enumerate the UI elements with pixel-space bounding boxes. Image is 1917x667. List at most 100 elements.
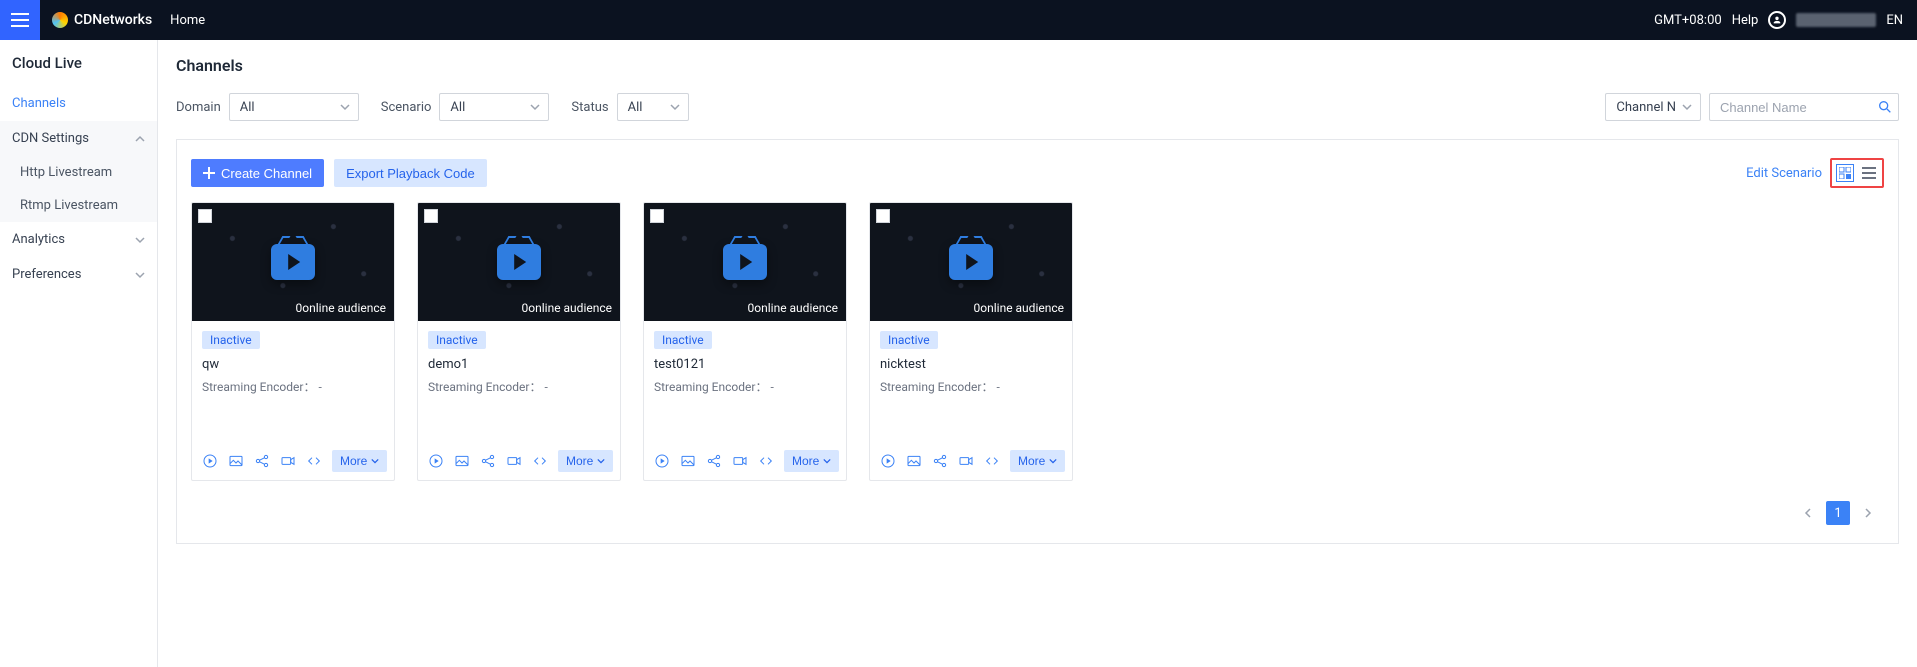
language-label[interactable]: EN xyxy=(1886,13,1903,28)
pager-prev-button[interactable] xyxy=(1796,501,1820,525)
play-action-icon[interactable] xyxy=(654,452,670,470)
sidebar-title: Cloud Live xyxy=(0,40,157,86)
play-action-icon[interactable] xyxy=(880,452,896,470)
cards-grid: 0online audience Inactive qw Streaming E… xyxy=(191,202,1884,481)
search-box xyxy=(1709,93,1899,121)
image-action-icon[interactable] xyxy=(454,452,470,470)
card-checkbox[interactable] xyxy=(876,209,890,223)
filter-row: Domain All Scenario All Status xyxy=(176,93,1899,121)
share-action-icon[interactable] xyxy=(706,452,722,470)
select-value: All xyxy=(450,100,465,115)
filter-scenario: Scenario All xyxy=(381,93,550,121)
grid-icon xyxy=(1839,167,1851,179)
filter-label: Domain xyxy=(176,100,221,115)
record-action-icon[interactable] xyxy=(958,452,974,470)
create-channel-button[interactable]: Create Channel xyxy=(191,159,324,187)
card-toolbar: Create Channel Export Playback Code Edit… xyxy=(191,158,1884,188)
play-action-icon[interactable] xyxy=(202,452,218,470)
encoder-info: Streaming Encoder： - xyxy=(654,378,836,395)
more-label: More xyxy=(340,454,367,468)
pager-next-button[interactable] xyxy=(1856,501,1880,525)
chevron-down-icon xyxy=(1049,457,1057,465)
chevron-down-icon xyxy=(530,102,540,112)
filter-domain: Domain All xyxy=(176,93,359,121)
pager-page-current[interactable]: 1 xyxy=(1826,501,1850,525)
status-select[interactable]: All xyxy=(617,93,689,121)
code-action-icon[interactable] xyxy=(984,452,1000,470)
sidebar-item-analytics[interactable]: Analytics xyxy=(0,222,157,257)
username-obscured xyxy=(1796,13,1876,27)
card-body: Inactive qw Streaming Encoder： - xyxy=(192,321,394,441)
channel-thumbnail[interactable]: 0online audience xyxy=(870,203,1072,321)
content: Channels Domain All Scenario All xyxy=(158,40,1917,667)
status-badge: Inactive xyxy=(880,331,938,349)
edit-scenario-link[interactable]: Edit Scenario xyxy=(1746,166,1822,181)
filter-label: Status xyxy=(571,100,608,115)
image-action-icon[interactable] xyxy=(228,452,244,470)
image-action-icon[interactable] xyxy=(680,452,696,470)
encoder-label: Streaming Encoder： xyxy=(654,380,767,394)
more-button[interactable]: More xyxy=(332,450,387,472)
more-button[interactable]: More xyxy=(558,450,613,472)
encoder-label: Streaming Encoder： xyxy=(202,380,315,394)
audience-label: 0online audience xyxy=(748,301,838,315)
sidebar-item-label: Http Livestream xyxy=(20,165,112,180)
card-body: Inactive demo1 Streaming Encoder： - xyxy=(418,321,620,441)
pagination: 1 xyxy=(191,481,1884,525)
code-action-icon[interactable] xyxy=(306,452,322,470)
play-action-icon[interactable] xyxy=(428,452,444,470)
record-action-icon[interactable] xyxy=(280,452,296,470)
card-checkbox[interactable] xyxy=(424,209,438,223)
search-by-select[interactable]: Channel N xyxy=(1605,93,1701,121)
scenario-select[interactable]: All xyxy=(439,93,549,121)
image-action-icon[interactable] xyxy=(906,452,922,470)
share-action-icon[interactable] xyxy=(254,452,270,470)
more-label: More xyxy=(792,454,819,468)
share-action-icon[interactable] xyxy=(932,452,948,470)
card-checkbox[interactable] xyxy=(198,209,212,223)
list-view-button[interactable] xyxy=(1860,164,1878,182)
domain-select[interactable]: All xyxy=(229,93,359,121)
sidebar-item-preferences[interactable]: Preferences xyxy=(0,257,157,292)
more-label: More xyxy=(566,454,593,468)
encoder-value: - xyxy=(770,380,773,394)
share-action-icon[interactable] xyxy=(480,452,496,470)
chevron-down-icon xyxy=(371,457,379,465)
sidebar-sub-rtmp-livestream[interactable]: Rtmp Livestream xyxy=(0,189,157,222)
audience-label: 0online audience xyxy=(296,301,386,315)
channel-thumbnail[interactable]: 0online audience xyxy=(644,203,846,321)
play-icon xyxy=(497,244,541,280)
grid-view-button[interactable] xyxy=(1836,164,1854,182)
channel-thumbnail[interactable]: 0online audience xyxy=(418,203,620,321)
more-button[interactable]: More xyxy=(1010,450,1065,472)
code-action-icon[interactable] xyxy=(532,452,548,470)
button-label: Export Playback Code xyxy=(346,166,475,181)
card-checkbox[interactable] xyxy=(650,209,664,223)
topbar-right: GMT+08:00 Help EN xyxy=(1654,11,1903,29)
view-toggle-highlighted xyxy=(1830,158,1884,188)
export-playback-button[interactable]: Export Playback Code xyxy=(334,159,487,187)
sidebar-sub-http-livestream[interactable]: Http Livestream xyxy=(0,156,157,189)
search-icon[interactable] xyxy=(1877,99,1893,115)
more-button[interactable]: More xyxy=(784,450,839,472)
card-body: Inactive nicktest Streaming Encoder： - xyxy=(870,321,1072,441)
record-action-icon[interactable] xyxy=(506,452,522,470)
sidebar-item-cdn-settings[interactable]: CDN Settings xyxy=(0,121,157,156)
help-link[interactable]: Help xyxy=(1732,13,1759,28)
sidebar-item-channels[interactable]: Channels xyxy=(0,86,157,121)
record-action-icon[interactable] xyxy=(732,452,748,470)
search-input[interactable] xyxy=(1709,93,1899,121)
filter-label: Scenario xyxy=(381,100,432,115)
code-action-icon[interactable] xyxy=(758,452,774,470)
chevron-down-icon xyxy=(823,457,831,465)
list-icon xyxy=(1862,167,1876,179)
encoder-label: Streaming Encoder： xyxy=(880,380,993,394)
card-body: Inactive test0121 Streaming Encoder： - xyxy=(644,321,846,441)
select-value: Channel N xyxy=(1616,100,1676,115)
topnav-home[interactable]: Home xyxy=(170,13,205,28)
user-avatar-icon[interactable] xyxy=(1768,11,1786,29)
channel-card: 0online audience Inactive nicktest Strea… xyxy=(869,202,1073,481)
filter-status: Status All xyxy=(571,93,688,121)
hamburger-menu-button[interactable] xyxy=(0,0,40,40)
channel-thumbnail[interactable]: 0online audience xyxy=(192,203,394,321)
